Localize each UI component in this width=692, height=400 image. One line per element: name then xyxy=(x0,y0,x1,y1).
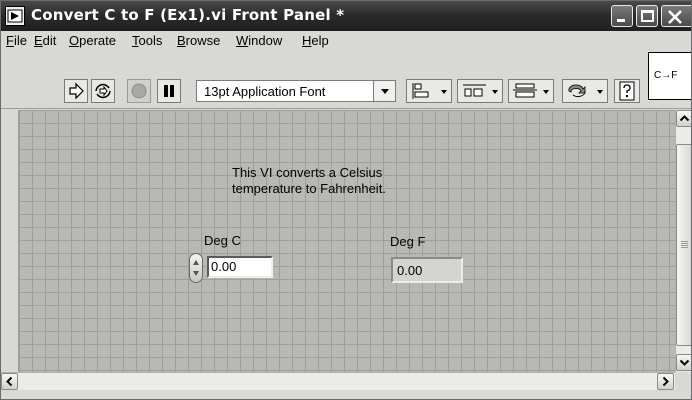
chevron-up-icon xyxy=(679,115,690,122)
context-help-icon xyxy=(619,81,635,101)
vertical-scroll-thumb[interactable] xyxy=(676,144,691,346)
pause-button[interactable] xyxy=(157,79,181,103)
resize-objects-button[interactable] xyxy=(508,79,554,103)
deg-f-numeric-indicator: 0.00 xyxy=(391,257,463,283)
horizontal-scrollbar[interactable] xyxy=(1,372,675,390)
menu-edit[interactable]: Edit xyxy=(34,33,56,48)
pause-icon xyxy=(164,85,174,97)
increment-arrow-icon[interactable] xyxy=(193,260,199,265)
scroll-right-button[interactable] xyxy=(657,373,674,390)
vertical-scrollbar[interactable] xyxy=(675,110,691,372)
deg-f-label: Deg F xyxy=(390,234,426,249)
vi-run-icon xyxy=(5,6,25,26)
run-button[interactable] xyxy=(64,79,88,103)
scroll-up-button[interactable] xyxy=(676,110,691,127)
deg-c-increment-decrement[interactable] xyxy=(189,253,203,283)
vi-icon-label: C→F xyxy=(654,70,678,81)
deg-c-label: Deg C xyxy=(204,233,241,248)
run-continuously-button[interactable] xyxy=(91,79,115,103)
vi-icon-pane[interactable]: C→F xyxy=(648,52,691,100)
toolbar: 13pt Application Font xyxy=(1,51,691,109)
minimize-icon xyxy=(617,19,625,22)
status-strip xyxy=(1,390,691,399)
chevron-down-icon[interactable] xyxy=(373,81,395,101)
distribute-objects-button[interactable] xyxy=(457,79,503,103)
menu-operate[interactable]: Operate xyxy=(69,33,116,48)
menu-tools[interactable]: Tools xyxy=(132,33,162,48)
decrement-arrow-icon[interactable] xyxy=(193,271,199,276)
resize-grip[interactable] xyxy=(675,372,691,390)
font-dropdown-value: 13pt Application Font xyxy=(204,84,326,99)
run-arrow-icon xyxy=(69,82,84,100)
menu-bar: File Edit Operate Tools Browse Window He… xyxy=(1,31,691,51)
scroll-down-button[interactable] xyxy=(676,354,691,371)
align-objects-button[interactable] xyxy=(406,79,452,103)
run-continuously-icon xyxy=(95,83,111,99)
resize-objects-icon xyxy=(513,83,549,98)
menu-file[interactable]: File xyxy=(6,33,27,48)
free-label-description[interactable]: This VI converts a Celsius temperature t… xyxy=(232,165,386,197)
scroll-left-button[interactable] xyxy=(1,373,18,390)
reorder-button[interactable] xyxy=(562,79,608,103)
description-line-2: temperature to Fahrenheit. xyxy=(232,181,386,196)
chevron-down-icon xyxy=(679,359,690,366)
font-dropdown[interactable]: 13pt Application Font xyxy=(196,80,396,102)
reorder-icon xyxy=(568,84,603,97)
menu-window[interactable]: Window xyxy=(236,33,282,48)
maximize-icon xyxy=(641,10,654,22)
align-objects-icon xyxy=(412,83,447,99)
minimize-button[interactable] xyxy=(611,5,633,27)
description-line-1: This VI converts a Celsius xyxy=(232,165,383,180)
chevron-left-icon xyxy=(6,376,13,387)
window-title: Convert C to F (Ex1).vi Front Panel * xyxy=(31,6,345,24)
close-button[interactable] xyxy=(661,5,691,27)
title-bar[interactable]: Convert C to F (Ex1).vi Front Panel * xyxy=(1,1,691,31)
distribute-objects-icon xyxy=(463,84,498,97)
abort-stop-icon xyxy=(131,83,147,99)
context-help-button[interactable] xyxy=(614,79,640,103)
menu-help[interactable]: Help xyxy=(302,33,329,48)
panel-left-edge xyxy=(1,110,19,372)
deg-c-numeric-control[interactable]: 0.00 xyxy=(207,256,273,278)
chevron-right-icon xyxy=(662,376,669,387)
front-panel[interactable]: This VI converts a Celsius temperature t… xyxy=(19,110,675,372)
abort-button[interactable] xyxy=(127,79,151,103)
maximize-button[interactable] xyxy=(636,5,658,27)
menu-browse[interactable]: Browse xyxy=(177,33,220,48)
labview-window: Convert C to F (Ex1).vi Front Panel * Fi… xyxy=(0,0,692,400)
close-icon xyxy=(668,10,682,24)
